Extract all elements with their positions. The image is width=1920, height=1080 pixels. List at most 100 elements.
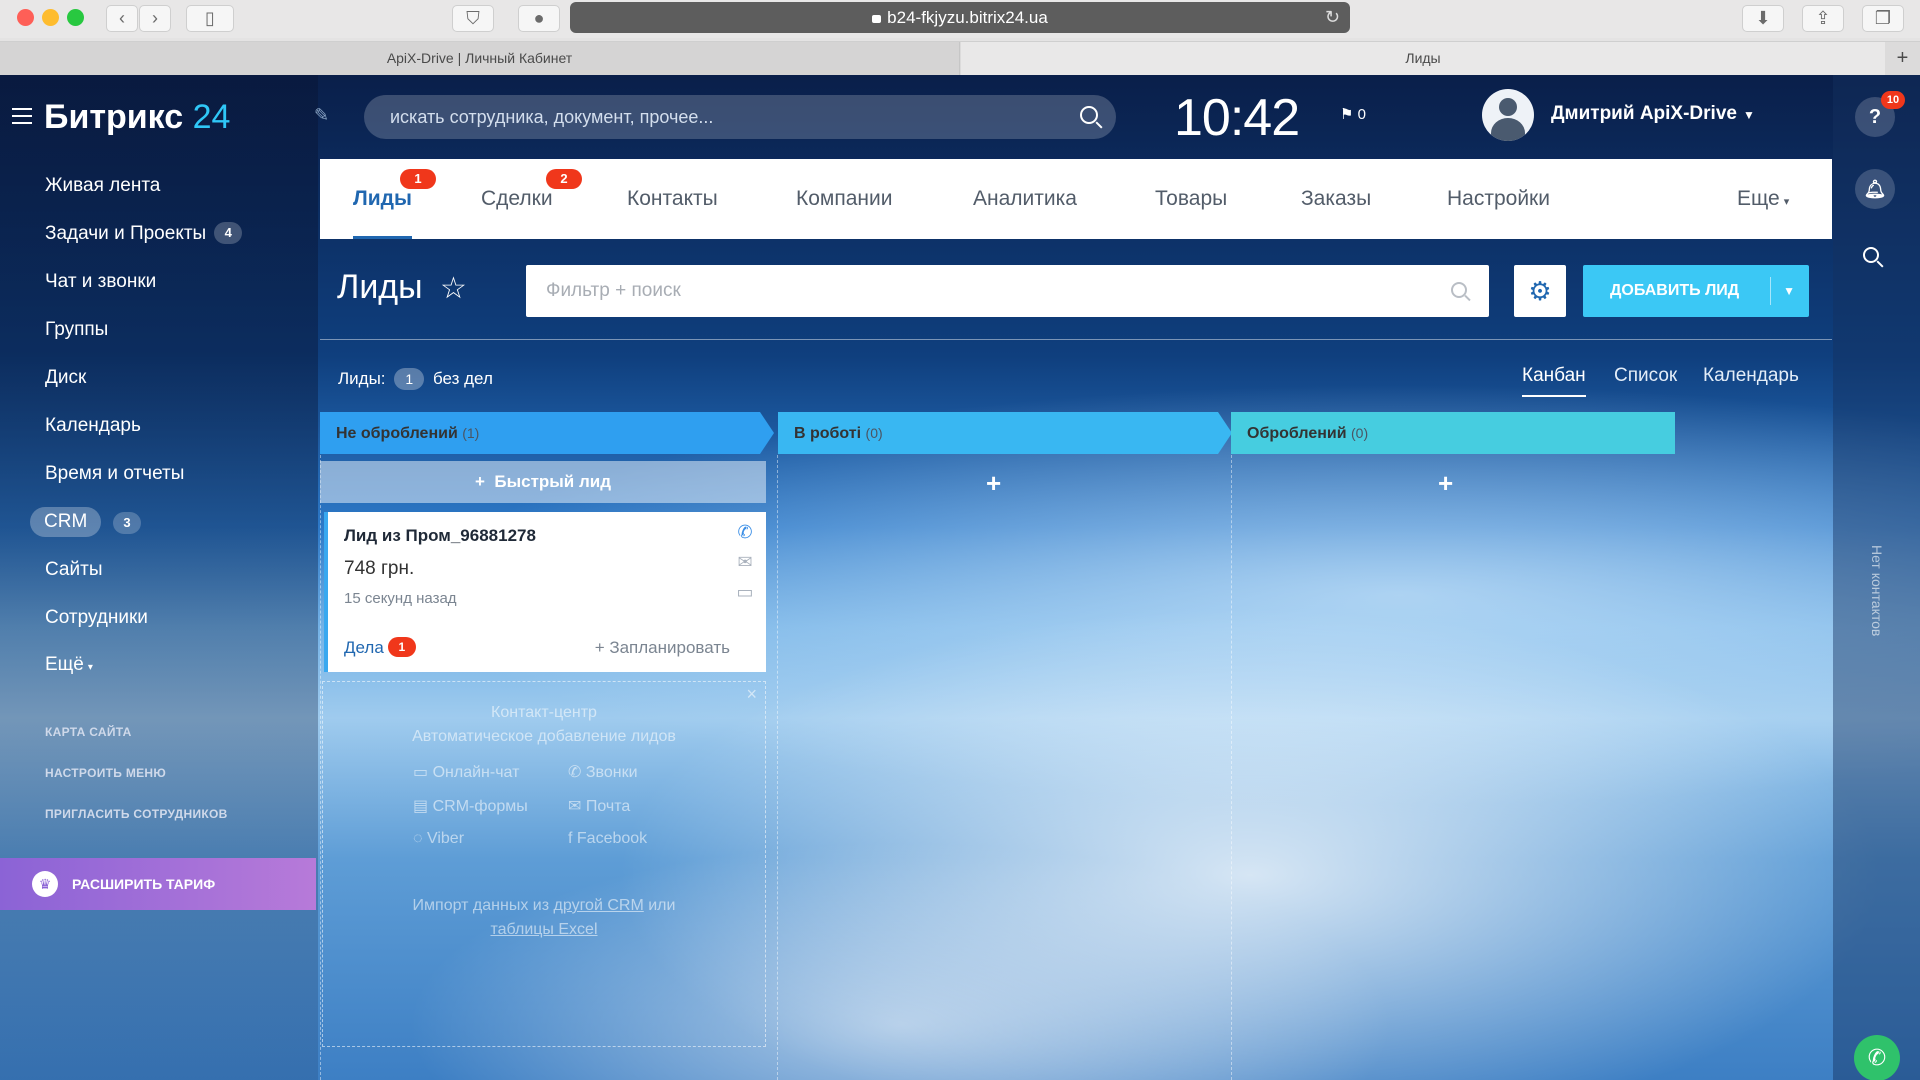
logo[interactable]: Битрикс 24	[44, 98, 230, 137]
close-icon[interactable]: ×	[746, 684, 757, 705]
menu-item-more[interactable]: Ещё ▾	[45, 651, 93, 679]
notifications-button[interactable]: 🔔︎	[1855, 169, 1895, 209]
address-bar[interactable]: b24-fkjyzu.bitrix24.ua ↻	[570, 2, 1350, 33]
column-divider	[320, 455, 321, 1080]
tab-products[interactable]: Товары	[1155, 159, 1227, 239]
kanban-column-new[interactable]: Не оброблений (1)	[320, 412, 760, 454]
tab-deals[interactable]: Сделки	[481, 159, 553, 239]
promo-option-viber[interactable]: ◌ Viber	[413, 830, 464, 848]
schedule-link[interactable]: + Запланировать	[595, 638, 730, 658]
global-search-input[interactable]: искать сотрудника, документ, прочее...	[364, 95, 1116, 139]
promo-option-forms[interactable]: ▤ CRM-формы	[413, 796, 528, 816]
promo-option-mail[interactable]: ✉ Почта	[568, 796, 630, 816]
menu-item-label: CRM	[44, 511, 88, 532]
user-menu[interactable]: Дмитрий ApiX-Drive ▼	[1551, 103, 1755, 125]
url-text: b24-fkjyzu.bitrix24.ua	[887, 8, 1048, 27]
tabs-overview-button[interactable]: ❐	[1862, 5, 1904, 32]
menu-item-employees[interactable]: Сотрудники	[45, 604, 148, 632]
flag-icon: ⚑	[1340, 106, 1354, 123]
lead-activities-link[interactable]: Дела 1	[344, 637, 416, 659]
downloads-button[interactable]: ⬇	[1742, 5, 1784, 32]
extension-button[interactable]: ●	[518, 5, 560, 32]
import-excel-line: таблицы Excel	[323, 921, 765, 939]
view-calendar[interactable]: Календарь	[1703, 365, 1799, 387]
phone-icon[interactable]: ✆	[734, 522, 756, 542]
add-lead-button[interactable]: ДОБАВИТЬ ЛИД ▼	[1583, 265, 1809, 317]
menu-item-label: Календарь	[45, 415, 141, 436]
menu-item-label: Живая лента	[45, 175, 161, 196]
chevron-down-icon[interactable]: ▼	[1783, 265, 1795, 317]
tab-analytics[interactable]: Аналитика	[973, 159, 1077, 239]
promo-option-calls[interactable]: ✆ Звонки	[568, 762, 638, 782]
flag-counter[interactable]: ⚑ 0	[1340, 105, 1366, 123]
star-icon[interactable]: ☆	[440, 271, 467, 306]
tab-label: Товары	[1155, 187, 1228, 210]
summary-count[interactable]: 1	[394, 368, 425, 390]
menu-item-disk[interactable]: Диск	[45, 364, 86, 392]
back-button[interactable]: ‹	[106, 5, 138, 32]
tab-orders[interactable]: Заказы	[1301, 159, 1371, 239]
clock[interactable]: 10:42	[1174, 88, 1300, 148]
view-list[interactable]: Список	[1614, 365, 1677, 387]
kanban-column-processed[interactable]: Оброблений (0)	[1231, 412, 1675, 454]
tab-settings[interactable]: Настройки	[1447, 159, 1550, 239]
tab-contacts[interactable]: Контакты	[627, 159, 718, 239]
reload-icon[interactable]: ↻	[1325, 2, 1340, 33]
upgrade-plan-button[interactable]: ♛ РАСШИРИТЬ ТАРИФ	[0, 858, 316, 910]
menu-item-feed[interactable]: Живая лента	[45, 172, 160, 200]
tab-companies[interactable]: Компании	[796, 159, 892, 239]
browser-tab-apix[interactable]: ApiX-Drive | Личный Кабинет	[0, 42, 960, 76]
phone-call-button[interactable]: ✆	[1854, 1035, 1900, 1080]
menu-item-crm[interactable]: CRM	[30, 507, 102, 537]
share-button[interactable]: ⇪	[1802, 5, 1844, 32]
view-kanban[interactable]: Канбан	[1522, 365, 1586, 397]
invite-employees-link[interactable]: ПРИГЛАСИТЬ СОТРУДНИКОВ	[45, 807, 228, 821]
import-excel-link[interactable]: таблицы Excel	[491, 921, 598, 938]
add-to-column-button[interactable]: +	[1438, 468, 1453, 499]
menu-burger-icon[interactable]	[12, 108, 32, 124]
import-crm-link[interactable]: другой CRM	[554, 897, 644, 914]
search-icon[interactable]	[1863, 247, 1879, 263]
lead-title[interactable]: Лид из Пром_96881278	[344, 526, 536, 546]
tab-more[interactable]: Еще ▾	[1737, 159, 1789, 239]
search-icon[interactable]	[1451, 282, 1467, 298]
quick-lead-button[interactable]: + Быстрый лид	[320, 461, 766, 503]
plus-icon: +	[474, 472, 485, 491]
column-count: (1)	[462, 425, 480, 441]
forward-button[interactable]: ›	[139, 5, 171, 32]
column-name: Оброблений	[1247, 425, 1347, 442]
page-title: Лиды	[337, 268, 423, 306]
sitemap-link[interactable]: КАРТА САЙТА	[45, 725, 132, 739]
summary-suffix[interactable]: без дел	[433, 369, 493, 388]
privacy-report-button[interactable]: ⛉	[452, 5, 494, 32]
kanban-column-in-progress[interactable]: В роботі (0)	[778, 412, 1218, 454]
new-tab-button[interactable]: +	[1885, 42, 1920, 76]
menu-item-chat[interactable]: Чат и звонки	[45, 268, 156, 296]
extension-icon: ●	[533, 8, 545, 28]
promo-option-chat[interactable]: ▭ Онлайн-чат	[413, 762, 519, 782]
sidebar-toggle-button[interactable]: ▯	[186, 5, 234, 32]
add-to-column-button[interactable]: +	[986, 468, 1001, 499]
menu-item-tasks[interactable]: Задачи и Проекты 4	[45, 220, 243, 248]
menu-item-time[interactable]: Время и отчеты	[45, 460, 184, 488]
settings-button[interactable]: ⚙	[1514, 265, 1566, 317]
search-icon[interactable]	[1080, 106, 1098, 124]
flag-count: 0	[1357, 106, 1366, 123]
promo-option-facebook[interactable]: f Facebook	[568, 830, 647, 848]
edit-pencil-icon[interactable]: ✎	[314, 105, 329, 126]
lead-card[interactable]: Лид из Пром_96881278 748 грн. 15 секунд …	[324, 512, 766, 672]
configure-menu-link[interactable]: НАСТРОИТЬ МЕНЮ	[45, 766, 166, 780]
menu-item-sites[interactable]: Сайты	[45, 556, 102, 584]
zoom-window-button[interactable]	[67, 9, 84, 26]
close-window-button[interactable]	[17, 9, 34, 26]
crm-counter: 3	[113, 512, 141, 534]
mail-icon[interactable]: ✉	[734, 552, 756, 572]
chat-icon[interactable]: ▭	[734, 582, 756, 602]
browser-tab-leads[interactable]: Лиды	[961, 42, 1885, 76]
minimize-window-button[interactable]	[42, 9, 59, 26]
avatar[interactable]	[1482, 89, 1534, 141]
form-icon: ▤	[413, 798, 429, 815]
menu-item-calendar[interactable]: Календарь	[45, 412, 141, 440]
menu-item-groups[interactable]: Группы	[45, 316, 108, 344]
filter-search-input[interactable]: Фильтр + поиск	[526, 265, 1489, 317]
